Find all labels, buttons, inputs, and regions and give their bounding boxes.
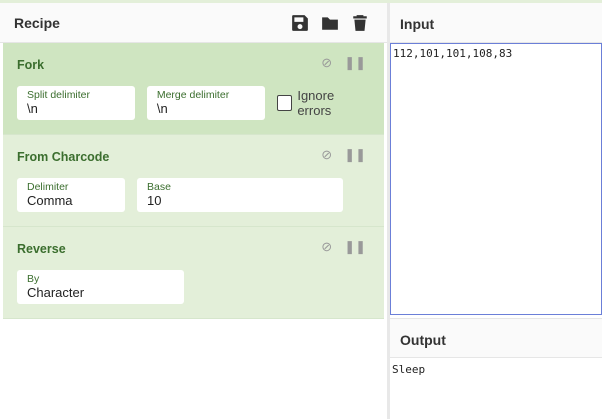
operation-from-charcode[interactable]: From Charcode ⊘ ❚❚ Delimiter Comma Base 10 — [3, 135, 384, 227]
operation-fork[interactable]: Fork ⊘ ❚❚ Split delimiter \n Merge delimit… — [3, 43, 384, 135]
field-label: Base — [147, 181, 171, 193]
pause-icon[interactable]: ❚❚ — [344, 147, 366, 163]
pause-icon[interactable]: ❚❚ — [344, 239, 366, 255]
split-delimiter-field[interactable]: Split delimiter \n — [17, 86, 135, 120]
recipe-title: Recipe — [14, 14, 60, 31]
operation-title: Fork — [17, 58, 45, 72]
input-textarea[interactable]: 112,101,101,108,83 — [390, 43, 602, 315]
field-label: By — [27, 273, 40, 285]
field-value: 10 — [147, 193, 162, 208]
folder-icon[interactable] — [321, 14, 339, 32]
checkbox-label: Ignore errors — [297, 88, 335, 118]
field-value: \n — [27, 101, 38, 116]
operation-title: From Charcode — [17, 150, 110, 164]
disable-icon[interactable]: ⊘ — [321, 147, 332, 163]
recipe-panel: Recipe Fork ⊘ ❚❚ Split delimiter \n Merge … — [0, 3, 387, 419]
field-label: Delimiter — [27, 181, 69, 193]
field-value: Comma — [27, 193, 73, 208]
save-icon[interactable] — [291, 14, 309, 32]
operation-title: Reverse — [17, 242, 66, 256]
pause-icon[interactable]: ❚❚ — [344, 55, 366, 71]
field-label: Merge delimiter — [156, 89, 230, 101]
delimiter-field[interactable]: Delimiter Comma — [17, 178, 125, 212]
base-field[interactable]: Base 10 — [137, 178, 343, 212]
by-field[interactable]: By Character — [17, 270, 184, 304]
disable-icon[interactable]: ⊘ — [321, 239, 332, 255]
checkbox-box[interactable] — [276, 95, 293, 111]
input-header: Input — [390, 3, 602, 43]
recipe-header: Recipe — [0, 3, 387, 43]
operation-reverse[interactable]: Reverse ⊘ ❚❚ By Character — [3, 227, 384, 319]
field-label: Split delimiter — [27, 89, 91, 101]
field-value: Character — [27, 285, 85, 300]
merge-delimiter-field[interactable]: Merge delimiter \n — [146, 86, 265, 120]
ignore-errors-checkbox[interactable]: Ignore errors — [276, 88, 370, 118]
output-text[interactable]: Sleep — [390, 359, 602, 419]
output-header: Output — [390, 318, 602, 358]
trash-icon[interactable] — [351, 14, 369, 32]
field-value: \n — [156, 101, 168, 116]
disable-icon[interactable]: ⊘ — [321, 55, 332, 71]
